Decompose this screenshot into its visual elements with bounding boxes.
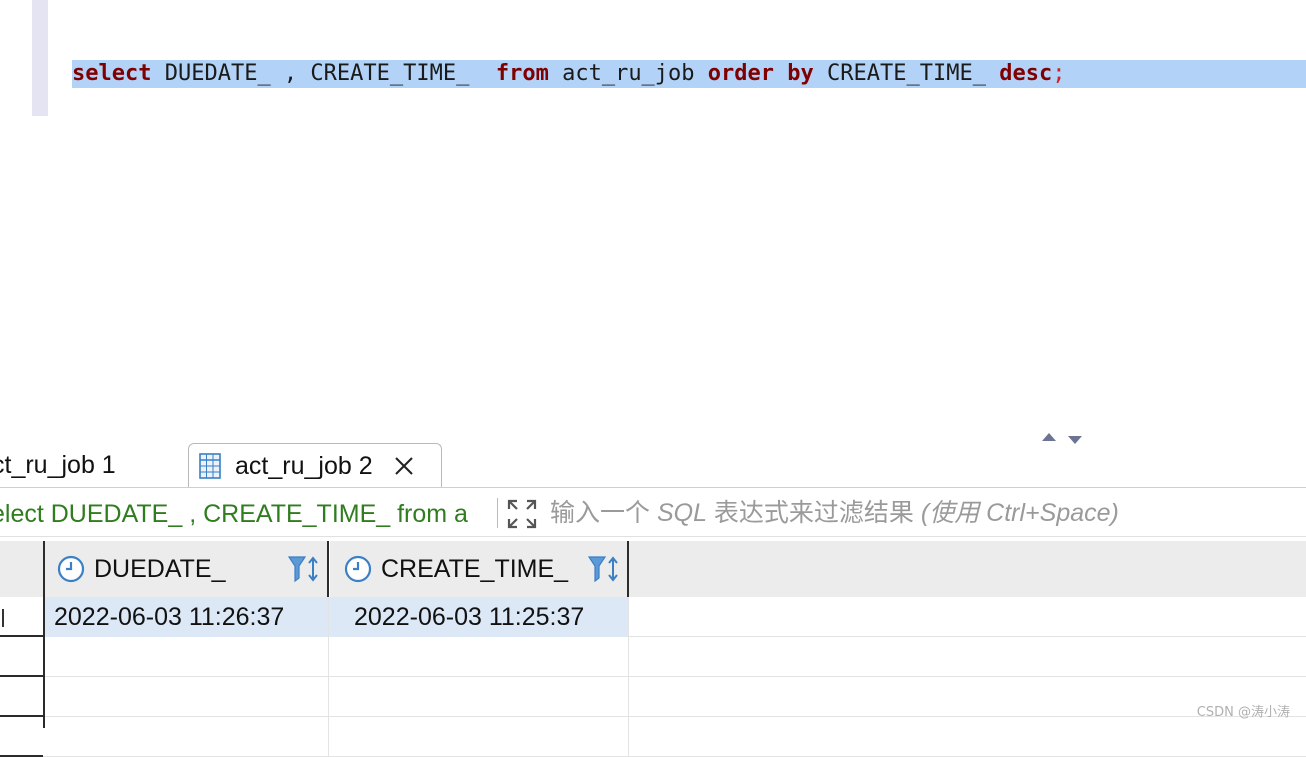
- maximize-up-icon[interactable]: [1042, 433, 1056, 441]
- table-cell[interactable]: 2022-06-03 11:26:37: [43, 597, 329, 637]
- clock-icon: [57, 555, 85, 583]
- sql-token: CREATE_TIME_: [813, 61, 1000, 86]
- editor-gutter: [32, 0, 48, 116]
- sql-token: ;: [1052, 61, 1066, 86]
- sql-editor[interactable]: select DUEDATE_ , CREATE_TIME_ from act_…: [0, 0, 1306, 430]
- tab-result-1[interactable]: ct_ru_job 1: [0, 443, 186, 487]
- table-cell[interactable]: [43, 717, 329, 757]
- column-header-duedate[interactable]: DUEDATE_: [43, 541, 329, 597]
- table-row[interactable]: [0, 637, 1306, 677]
- sql-token: order: [707, 61, 775, 86]
- clock-icon: [344, 555, 372, 583]
- table-grid-icon: [199, 453, 221, 479]
- result-tabs: ct_ru_job 1 act_ru_job 2: [0, 443, 1306, 488]
- table-cell[interactable]: [329, 637, 629, 677]
- expand-icon[interactable]: [506, 498, 538, 530]
- column-label: DUEDATE_: [94, 554, 226, 583]
- active-query-text[interactable]: elect DUEDATE_ , CREATE_TIME_ from a: [0, 492, 490, 536]
- sql-token: by: [787, 61, 814, 86]
- sql-token: desc: [999, 61, 1053, 86]
- filter-sort-icon[interactable]: [287, 554, 321, 584]
- sql-token: DUEDATE_ , CREATE_TIME_: [151, 61, 496, 86]
- filter-separator: [497, 498, 498, 528]
- close-icon[interactable]: [393, 455, 415, 477]
- row-number-column: [0, 541, 45, 728]
- table-row[interactable]: 2022-06-03 11:26:37 2022-06-03 11:25:37: [0, 597, 1306, 637]
- column-label: CREATE_TIME_: [381, 554, 569, 583]
- table-row[interactable]: [0, 677, 1306, 717]
- results-grid: DUEDATE_ CREATE_TIME_ 2022-06-03 11:26:3…: [0, 541, 1306, 757]
- tabs-divider: [0, 487, 1306, 488]
- table-cell[interactable]: 2022-06-03 11:25:37: [329, 597, 629, 637]
- table-cell[interactable]: [329, 677, 629, 717]
- column-header-create-time[interactable]: CREATE_TIME_: [329, 541, 629, 597]
- filter-sort-icon[interactable]: [587, 554, 621, 584]
- filter-bar: elect DUEDATE_ , CREATE_TIME_ from a 输入一…: [0, 492, 1306, 537]
- sql-token: from: [495, 61, 549, 86]
- sql-token: select: [72, 61, 152, 86]
- filter-expression-input[interactable]: [550, 496, 1290, 532]
- sql-statement-line[interactable]: select DUEDATE_ , CREATE_TIME_ from act_…: [72, 60, 1306, 88]
- table-cell[interactable]: [43, 637, 329, 677]
- table-cell[interactable]: [43, 677, 329, 717]
- watermark: CSDN @涛小涛: [1196, 705, 1290, 720]
- tab-label: act_ru_job 2: [235, 451, 373, 480]
- tab-label: ct_ru_job 1: [0, 450, 116, 479]
- table-cell[interactable]: [329, 717, 629, 757]
- query-text: elect DUEDATE_ , CREATE_TIME_ from a: [0, 500, 468, 528]
- sql-token: act_ru_job: [548, 61, 708, 86]
- table-row[interactable]: [0, 717, 1306, 757]
- tab-result-2[interactable]: act_ru_job 2: [188, 443, 442, 488]
